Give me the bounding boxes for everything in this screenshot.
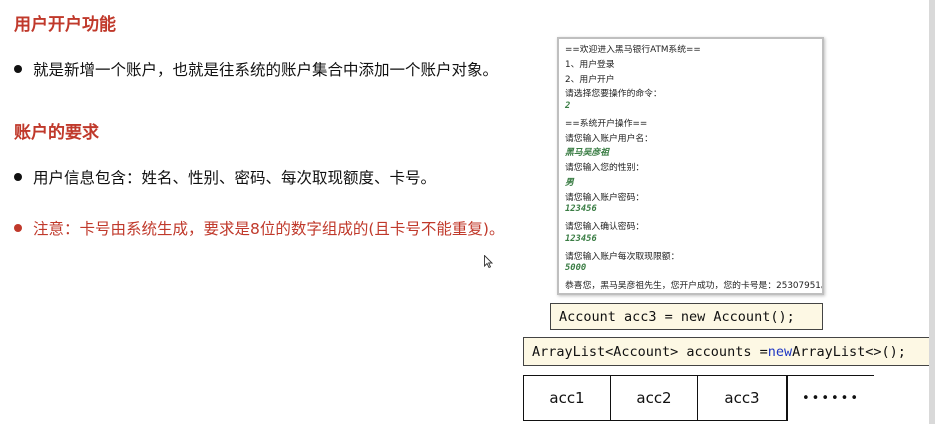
console-output-line: 请您输入账户每次取现限额： — [565, 251, 680, 262]
heading-account-requirements: 账户的要求 — [14, 123, 99, 143]
bullet-user-info: 用户信息包含：姓名、性别、密码、每次取现额度、卡号。 — [14, 166, 436, 188]
console-output-line: 请选择您要操作的命令： — [565, 89, 662, 100]
code-keyword-new: new — [767, 343, 793, 360]
console-input-line: 2 — [565, 101, 571, 111]
bullet-dot — [14, 65, 22, 73]
console-input-line: 123456 — [565, 233, 597, 244]
console-output-line: 2、用户开户 — [565, 74, 615, 85]
bullet-card-note-text: 注意：卡号由系统生成，要求是8位的数字组成的(且卡号不能重复)。 — [33, 220, 505, 238]
cell-label: acc2 — [636, 389, 672, 407]
code-new-account: Account acc3 = new Account(); — [550, 303, 823, 330]
console-output-line: 1、用户登录 — [565, 59, 615, 70]
bullet-description: 就是新增一个账户，也就是往系统的账户集合中添加一个账户对象。 — [14, 58, 498, 80]
console-output-line: 请您输入账户密码： — [565, 192, 645, 203]
bullet-dot — [14, 224, 22, 232]
console-output-screenshot: ==欢迎进入黑马银行ATM系统== 1、用户登录 2、用户开户请选择您要操作的命令：… — [557, 37, 824, 295]
collection-cell-acc1: acc1 — [523, 375, 610, 421]
console-output-line: ==欢迎进入黑马银行ATM系统== — [565, 45, 701, 55]
collection-cell-acc2: acc2 — [610, 375, 697, 421]
mouse-cursor-icon — [484, 255, 493, 268]
bullet-dot — [14, 173, 22, 181]
cell-label: acc3 — [724, 389, 760, 407]
console-input-line: 123456 — [565, 204, 597, 215]
cell-label: acc1 — [549, 389, 585, 407]
console-output-line: 请您输入确认密码： — [565, 222, 645, 232]
window-edge — [929, 0, 935, 424]
bullet-description-text: 就是新增一个账户，也就是往系统的账户集合中添加一个账户对象。 — [33, 61, 499, 79]
console-input-line: 5000 — [565, 263, 587, 274]
collection-cell-acc3: acc3 — [697, 375, 787, 421]
console-input-line: 男 — [565, 177, 574, 188]
console-input-line: 黑马吴彦祖 — [565, 148, 609, 159]
heading-account-open: 用户开户功能 — [14, 15, 116, 35]
code-arraylist: ArrayList<Account> accounts = new ArrayL… — [523, 337, 934, 366]
console-output-line: 恭喜您，黑马吴彦祖先生，您开户成功，您的卡号是：25307951。 — [565, 281, 824, 291]
code-new-account-text: Account acc3 = new Account(); — [559, 308, 795, 325]
console-output-line: ==系统开户操作== — [565, 118, 648, 129]
accounts-collection-diagram: acc1 acc2 acc3 •••••• — [523, 375, 874, 421]
bullet-card-note: 注意：卡号由系统生成，要求是8位的数字组成的(且卡号不能重复)。 — [14, 217, 504, 239]
console-output-line: 请您输入您的性别： — [565, 163, 645, 173]
code-arraylist-before: ArrayList<Account> accounts = — [532, 343, 768, 360]
bullet-user-info-text: 用户信息包含：姓名、性别、密码、每次取现额度、卡号。 — [33, 169, 437, 187]
collection-cell-more: •••••• — [787, 375, 874, 421]
code-arraylist-after: ArrayList<>(); — [792, 343, 906, 360]
cell-label: •••••• — [801, 391, 860, 406]
console-output-line: 请您输入账户用户名： — [565, 133, 653, 144]
